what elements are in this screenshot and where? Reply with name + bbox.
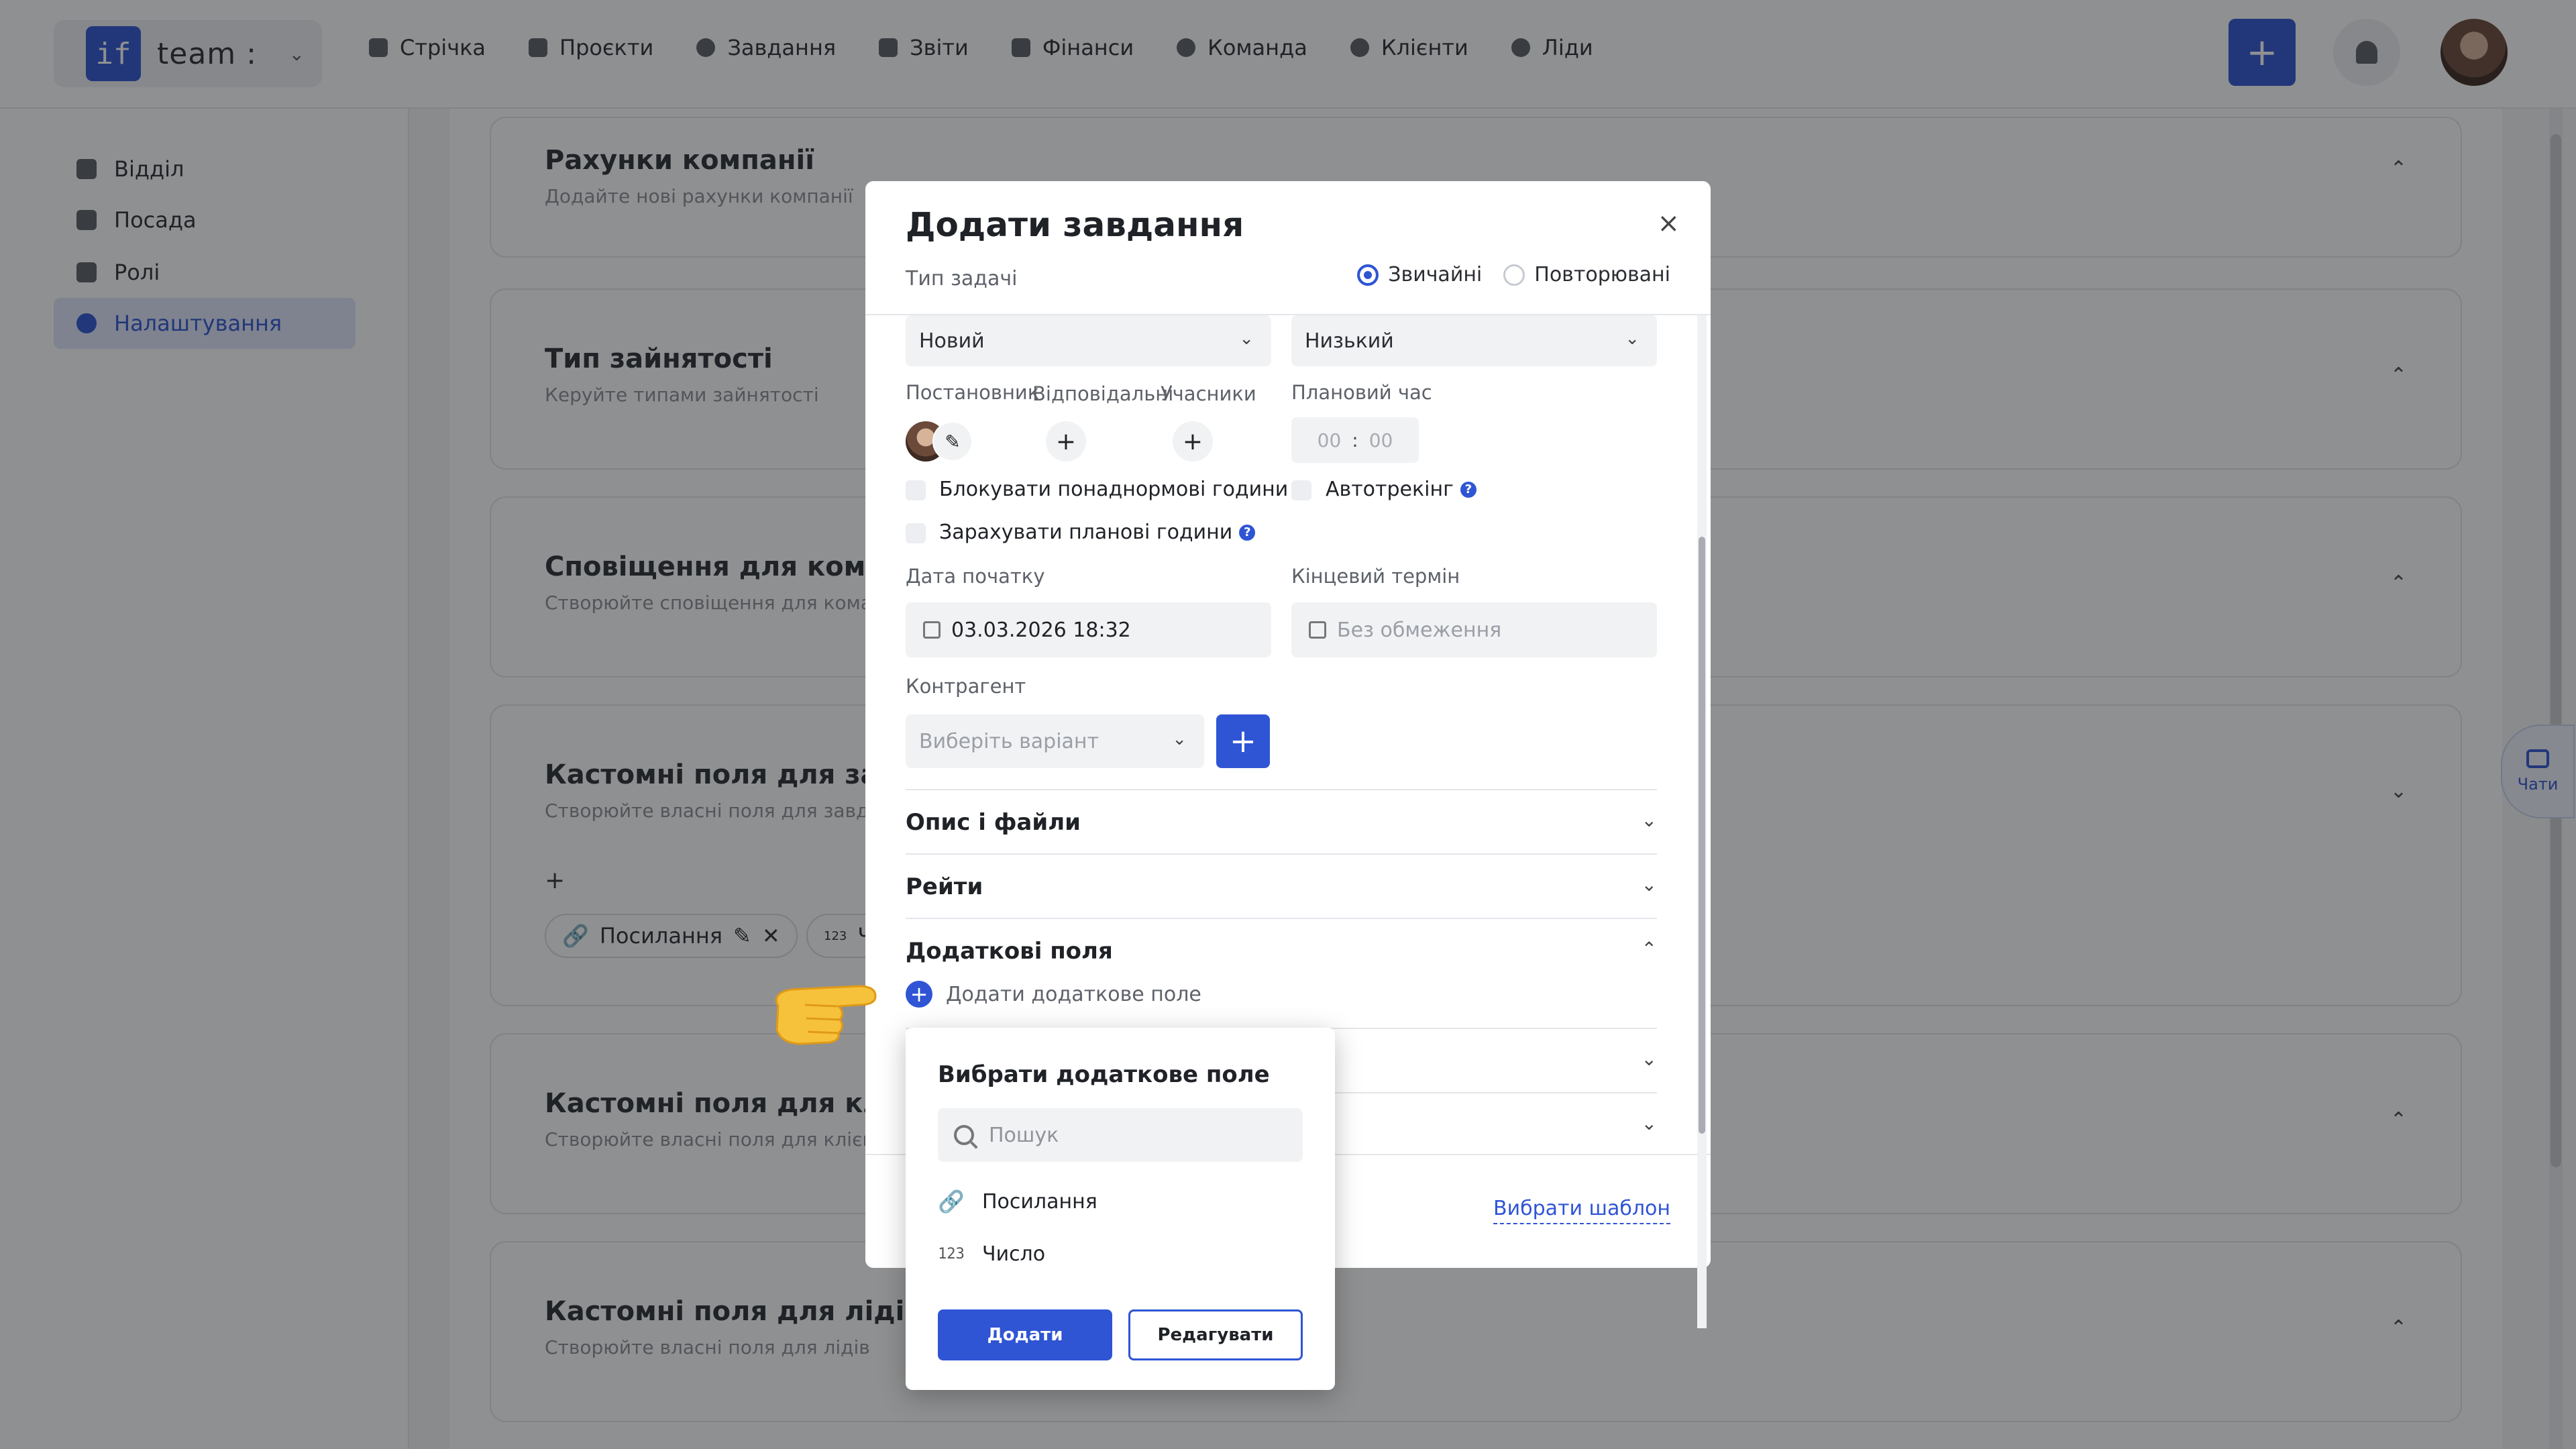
radio-empty-icon	[1503, 264, 1525, 286]
choose-field-dropdown: Вибрати додаткове поле Пошук 🔗 Посилання…	[906, 1028, 1335, 1390]
plus-circle-icon: +	[906, 981, 932, 1008]
add-participant-button[interactable]: +	[1173, 421, 1213, 462]
add-contractor-button[interactable]: +	[1216, 714, 1270, 768]
priority-select[interactable]: Низький ⌄	[1291, 315, 1657, 366]
time-separator: :	[1352, 429, 1358, 451]
start-date-input[interactable]: 03.03.2026 18:32	[906, 602, 1271, 657]
minutes-value: 00	[1368, 429, 1393, 451]
autotracking-label: Автотрекінг?	[1326, 478, 1477, 501]
plus-icon: +	[1182, 427, 1203, 455]
task-type-label: Тип задачі	[906, 267, 1018, 290]
contractor-placeholder: Виберіть варіант	[919, 729, 1099, 753]
search-input[interactable]: Пошук	[938, 1108, 1303, 1162]
chevron-down-icon: ⌄	[1641, 873, 1657, 896]
calendar-icon	[923, 621, 941, 639]
start-date-label: Дата початку	[906, 565, 1045, 588]
add-field-label: Додати додаткове поле	[946, 982, 1201, 1006]
block-overtime-checkbox[interactable]	[906, 480, 926, 500]
option-label: Число	[982, 1242, 1046, 1266]
planned-time-input[interactable]: 00 : 00	[1291, 417, 1419, 463]
start-date-value: 03.03.2026 18:32	[951, 618, 1131, 642]
section-rates[interactable]: Рейти ⌄	[906, 853, 1657, 918]
plus-icon: +	[1055, 427, 1077, 455]
plus-icon: +	[1229, 722, 1257, 760]
section-title: Додаткові поля	[906, 938, 1113, 965]
add-responsible-button[interactable]: +	[1046, 421, 1086, 462]
radio-recurring[interactable]: Повторювані	[1503, 263, 1670, 286]
deadline-label: Кінцевий термін	[1291, 565, 1460, 588]
deadline-placeholder: Без обмеження	[1337, 618, 1502, 642]
priority-value: Низький	[1305, 329, 1394, 353]
count-planned-label: Зарахувати планові години?	[939, 521, 1256, 544]
number-icon: 123	[938, 1246, 965, 1263]
calendar-icon	[1309, 621, 1326, 639]
status-value: Новий	[919, 329, 985, 353]
field-option-number[interactable]: 123 Число	[938, 1242, 1045, 1266]
search-placeholder: Пошук	[989, 1123, 1059, 1147]
hours-value: 00	[1317, 429, 1342, 451]
chevron-down-icon: ⌄	[1641, 809, 1657, 831]
planned-time-label: Плановий час	[1291, 381, 1432, 404]
task-type-radio-group: Звичайні Повторювані	[1357, 263, 1670, 286]
radio-selected-icon	[1357, 264, 1379, 286]
chevron-down-icon: ⌄	[1239, 329, 1254, 349]
modal-title: Додати завдання	[906, 205, 1244, 244]
add-additional-field-button[interactable]: + Додати додаткове поле	[906, 981, 1201, 1008]
radio-label: Звичайні	[1388, 263, 1483, 286]
autotracking-checkbox[interactable]	[1291, 480, 1311, 500]
add-button[interactable]: Додати	[938, 1309, 1112, 1360]
close-icon[interactable]: ×	[1657, 208, 1680, 239]
chevron-down-icon: ⌄	[1625, 329, 1640, 349]
status-select[interactable]: Новий ⌄	[906, 315, 1271, 366]
section-description-files[interactable]: Опис і файли ⌄	[906, 789, 1657, 853]
participants-label: Учасники	[1161, 382, 1256, 405]
chevron-up-icon: ⌃	[1641, 938, 1657, 960]
chevron-down-icon: ⌄	[1172, 729, 1187, 749]
pointing-hand-icon	[775, 985, 877, 1045]
checkbox-label: Блокувати понаднормові години	[939, 478, 1289, 501]
section-title: Опис і файли	[906, 809, 1081, 836]
edit-icon[interactable]: ✎	[932, 421, 973, 462]
modal-scrollbar-thumb[interactable]	[1699, 537, 1705, 1134]
section-title: Рейти	[906, 873, 983, 900]
contractor-select[interactable]: Виберіть варіант ⌄	[906, 714, 1204, 768]
radio-label: Повторювані	[1534, 263, 1670, 286]
checkbox-label: Автотрекінг	[1326, 478, 1454, 501]
creator-label: Постановник	[906, 381, 1040, 404]
checkbox-label: Зарахувати планові години	[939, 521, 1233, 544]
search-icon	[954, 1125, 974, 1145]
option-label: Посилання	[982, 1189, 1097, 1214]
deadline-input[interactable]: Без обмеження	[1291, 602, 1657, 657]
dropdown-title: Вибрати додаткове поле	[938, 1061, 1270, 1088]
edit-button[interactable]: Редагувати	[1128, 1309, 1303, 1360]
radio-regular[interactable]: Звичайні	[1357, 263, 1482, 286]
block-overtime-label: Блокувати понаднормові години	[939, 478, 1288, 501]
responsible-label: Відповідальні	[1032, 382, 1174, 405]
choose-template-link[interactable]: Вибрати шаблон	[1493, 1197, 1670, 1224]
chevron-down-icon: ⌄	[1641, 1112, 1657, 1134]
field-option-link[interactable]: 🔗 Посилання	[938, 1189, 1097, 1214]
count-planned-checkbox[interactable]	[906, 523, 926, 543]
info-icon[interactable]: ?	[1239, 524, 1256, 541]
section-additional-fields[interactable]: Додаткові поля ⌃	[906, 918, 1657, 982]
link-icon: 🔗	[938, 1189, 965, 1214]
contractor-label: Контрагент	[906, 675, 1026, 698]
info-icon[interactable]: ?	[1460, 481, 1477, 498]
chevron-down-icon: ⌄	[1641, 1048, 1657, 1070]
